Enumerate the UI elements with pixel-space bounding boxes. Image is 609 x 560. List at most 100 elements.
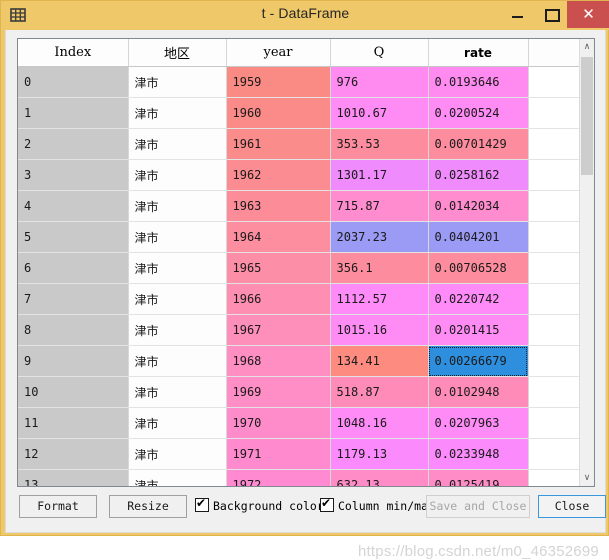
cell-rate[interactable]: 0.0220742 <box>428 283 529 315</box>
background-color-checkbox[interactable]: Background color <box>195 496 324 515</box>
maximize-button[interactable] <box>534 1 567 28</box>
cell-year[interactable]: 1960 <box>226 97 331 129</box>
cell-q[interactable]: 715.87 <box>330 190 429 222</box>
cell-year[interactable]: 1959 <box>226 66 331 98</box>
table-row[interactable]: 8 津市 1967 1015.16 0.0201415 <box>18 314 580 346</box>
cell-q[interactable]: 632.13 <box>330 469 429 486</box>
column-header-index[interactable]: Index <box>18 39 129 67</box>
cell-index[interactable]: 11 <box>18 407 129 439</box>
cell-rate[interactable]: 0.00266679 <box>428 345 529 377</box>
cell-year[interactable]: 1964 <box>226 221 331 253</box>
cell-index[interactable]: 8 <box>18 314 129 346</box>
cell-region[interactable]: 津市 <box>128 66 227 98</box>
cell-index[interactable]: 13 <box>18 469 129 486</box>
cell-year[interactable]: 1963 <box>226 190 331 222</box>
cell-q[interactable]: 976 <box>330 66 429 98</box>
cell-index[interactable]: 5 <box>18 221 129 253</box>
cell-region[interactable]: 津市 <box>128 252 227 284</box>
cell-rate[interactable]: 0.0125419 <box>428 469 529 486</box>
cell-index[interactable]: 2 <box>18 128 129 160</box>
column-header-year[interactable]: year <box>226 39 331 67</box>
cell-q[interactable]: 134.41 <box>330 345 429 377</box>
column-header-q[interactable]: Q <box>330 39 429 67</box>
cell-year[interactable]: 1969 <box>226 376 331 408</box>
cell-q[interactable]: 1015.16 <box>330 314 429 346</box>
table-row[interactable]: 10 津市 1969 518.87 0.0102948 <box>18 376 580 408</box>
cell-rate[interactable]: 0.00701429 <box>428 128 529 160</box>
column-minmax-checkbox[interactable]: Column min/max <box>320 496 435 515</box>
cell-rate[interactable]: 0.00706528 <box>428 252 529 284</box>
vertical-scrollbar[interactable]: ∧ ∨ <box>579 39 594 486</box>
table-row[interactable]: 2 津市 1961 353.53 0.00701429 <box>18 128 580 160</box>
cell-index[interactable]: 0 <box>18 66 129 98</box>
cell-year[interactable]: 1970 <box>226 407 331 439</box>
column-header-region[interactable]: 地区 <box>128 39 227 67</box>
cell-year[interactable]: 1971 <box>226 438 331 470</box>
cell-region[interactable]: 津市 <box>128 438 227 470</box>
cell-q[interactable]: 2037.23 <box>330 221 429 253</box>
cell-index[interactable]: 10 <box>18 376 129 408</box>
cell-region[interactable]: 津市 <box>128 376 227 408</box>
scrollbar-thumb[interactable] <box>581 57 593 175</box>
cell-year[interactable]: 1968 <box>226 345 331 377</box>
column-header-rate[interactable]: rate <box>428 39 529 67</box>
minimize-button[interactable] <box>501 1 534 28</box>
table-row[interactable]: 4 津市 1963 715.87 0.0142034 <box>18 190 580 222</box>
cell-q[interactable]: 1048.16 <box>330 407 429 439</box>
table-row[interactable]: 0 津市 1959 976 0.0193646 <box>18 66 580 98</box>
table-row[interactable]: 9 津市 1968 134.41 0.00266679 <box>18 345 580 377</box>
cell-region[interactable]: 津市 <box>128 190 227 222</box>
cell-year[interactable]: 1972 <box>226 469 331 486</box>
cell-index[interactable]: 6 <box>18 252 129 284</box>
cell-q[interactable]: 1179.13 <box>330 438 429 470</box>
resize-button[interactable]: Resize <box>109 495 187 518</box>
cell-q[interactable]: 518.87 <box>330 376 429 408</box>
cell-index[interactable]: 9 <box>18 345 129 377</box>
cell-index[interactable]: 3 <box>18 159 129 191</box>
scroll-up-icon[interactable]: ∧ <box>580 39 594 55</box>
cell-q[interactable]: 1010.67 <box>330 97 429 129</box>
cell-region[interactable]: 津市 <box>128 345 227 377</box>
scroll-down-icon[interactable]: ∨ <box>580 470 594 486</box>
cell-rate[interactable]: 0.0142034 <box>428 190 529 222</box>
cell-year[interactable]: 1967 <box>226 314 331 346</box>
cell-rate[interactable]: 0.0201415 <box>428 314 529 346</box>
cell-rate[interactable]: 0.0193646 <box>428 66 529 98</box>
table-row[interactable]: 5 津市 1964 2037.23 0.0404201 <box>18 221 580 253</box>
table-row[interactable]: 6 津市 1965 356.1 0.00706528 <box>18 252 580 284</box>
table-row[interactable]: 3 津市 1962 1301.17 0.0258162 <box>18 159 580 191</box>
close-window-button[interactable]: ✕ <box>567 1 609 28</box>
table-row[interactable]: 7 津市 1966 1112.57 0.0220742 <box>18 283 580 315</box>
cell-year[interactable]: 1961 <box>226 128 331 160</box>
table-row[interactable]: 13 津市 1972 632.13 0.0125419 <box>18 469 580 486</box>
cell-region[interactable]: 津市 <box>128 469 227 486</box>
cell-rate[interactable]: 0.0200524 <box>428 97 529 129</box>
cell-index[interactable]: 7 <box>18 283 129 315</box>
cell-rate[interactable]: 0.0258162 <box>428 159 529 191</box>
cell-region[interactable]: 津市 <box>128 97 227 129</box>
cell-index[interactable]: 1 <box>18 97 129 129</box>
cell-rate[interactable]: 0.0404201 <box>428 221 529 253</box>
cell-rate[interactable]: 0.0102948 <box>428 376 529 408</box>
cell-index[interactable]: 4 <box>18 190 129 222</box>
table-row[interactable]: 1 津市 1960 1010.67 0.0200524 <box>18 97 580 129</box>
cell-rate[interactable]: 0.0233948 <box>428 438 529 470</box>
cell-year[interactable]: 1966 <box>226 283 331 315</box>
cell-index[interactable]: 12 <box>18 438 129 470</box>
cell-rate[interactable]: 0.0207963 <box>428 407 529 439</box>
cell-q[interactable]: 353.53 <box>330 128 429 160</box>
table-row[interactable]: 12 津市 1971 1179.13 0.0233948 <box>18 438 580 470</box>
cell-region[interactable]: 津市 <box>128 221 227 253</box>
format-button[interactable]: Format <box>19 495 97 518</box>
cell-region[interactable]: 津市 <box>128 407 227 439</box>
cell-year[interactable]: 1965 <box>226 252 331 284</box>
cell-region[interactable]: 津市 <box>128 159 227 191</box>
cell-region[interactable]: 津市 <box>128 128 227 160</box>
close-button[interactable]: Close <box>538 495 606 518</box>
cell-q[interactable]: 1112.57 <box>330 283 429 315</box>
table-row[interactable]: 11 津市 1970 1048.16 0.0207963 <box>18 407 580 439</box>
cell-year[interactable]: 1962 <box>226 159 331 191</box>
cell-region[interactable]: 津市 <box>128 314 227 346</box>
cell-q[interactable]: 356.1 <box>330 252 429 284</box>
cell-region[interactable]: 津市 <box>128 283 227 315</box>
